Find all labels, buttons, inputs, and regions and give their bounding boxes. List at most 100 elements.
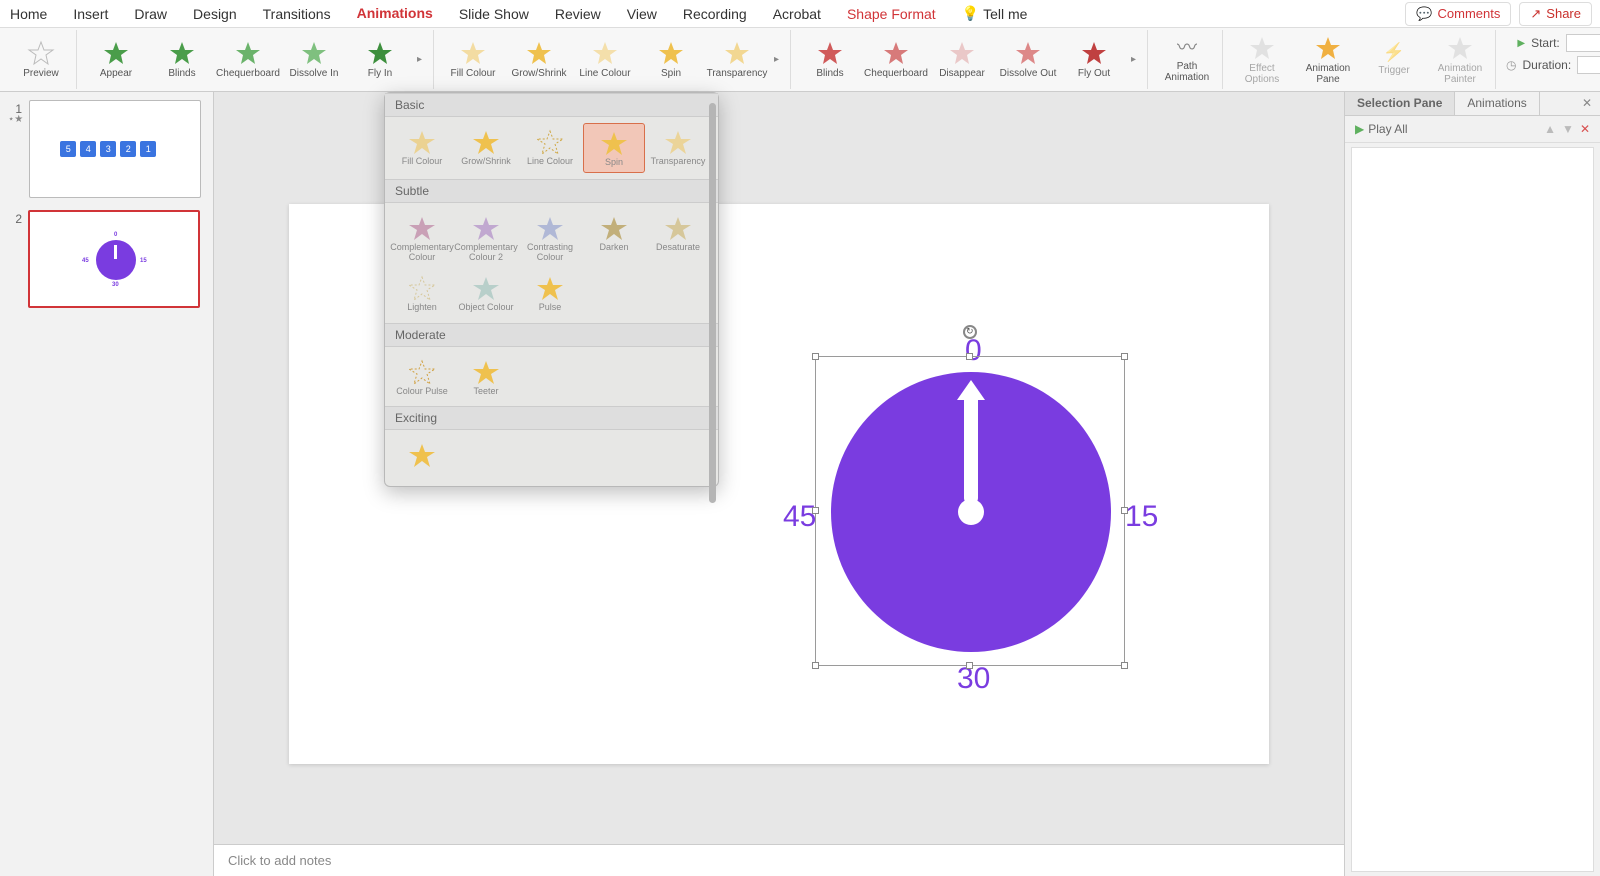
rotation-handle[interactable] bbox=[963, 325, 977, 339]
tab-design[interactable]: Design bbox=[191, 2, 239, 26]
mini-label-right: 15 bbox=[140, 258, 147, 264]
trigger-button[interactable]: ⚡ Trigger bbox=[1365, 43, 1423, 76]
scrollbar-thumb[interactable] bbox=[709, 103, 716, 503]
popup-item-comp-colour-2[interactable]: Complementary Colour 2 bbox=[455, 209, 517, 267]
right-panes: Selection Pane Animations ✕ ▶ Play All ▲… bbox=[1344, 92, 1600, 876]
tab-insert[interactable]: Insert bbox=[71, 2, 110, 26]
anim-appear[interactable]: Appear bbox=[87, 40, 145, 79]
selection-pane-tab[interactable]: Selection Pane bbox=[1345, 92, 1454, 115]
tab-slideshow[interactable]: Slide Show bbox=[457, 2, 531, 26]
anim-fly-in[interactable]: Fly In bbox=[351, 40, 409, 79]
clock-label-bottom: 30 bbox=[957, 662, 990, 696]
play-all-button[interactable]: Play All bbox=[1368, 122, 1407, 136]
tab-acrobat[interactable]: Acrobat bbox=[771, 2, 823, 26]
resize-handle[interactable] bbox=[812, 662, 819, 669]
popup-item-contrasting[interactable]: Contrasting Colour bbox=[519, 209, 581, 267]
anim-dissolve-in[interactable]: Dissolve In bbox=[285, 40, 343, 79]
thumb-number-2: 2 bbox=[8, 210, 22, 308]
resize-handle[interactable] bbox=[1121, 507, 1128, 514]
start-label: Start: bbox=[1531, 36, 1560, 50]
animation-list[interactable] bbox=[1351, 147, 1594, 872]
resize-handle[interactable] bbox=[812, 507, 819, 514]
path-animation-button[interactable]: 〰 Path Animation bbox=[1158, 37, 1216, 83]
tab-recording[interactable]: Recording bbox=[681, 2, 749, 26]
popup-item-colour-pulse[interactable]: Colour Pulse bbox=[391, 353, 453, 401]
anim-exit-blinds[interactable]: Blinds bbox=[801, 40, 859, 79]
clock-shape[interactable] bbox=[831, 372, 1111, 652]
mini-label-left: 45 bbox=[82, 258, 89, 264]
move-up-icon[interactable]: ▲ bbox=[1544, 122, 1556, 136]
exit-more[interactable]: ▸ bbox=[1131, 54, 1141, 65]
main-area: 1 ⋆★ 5 4 3 2 1 2 0 15 30 45 bbox=[0, 92, 1600, 876]
animation-pane-button[interactable]: Animation Pane bbox=[1299, 35, 1357, 85]
animations-pane-tab[interactable]: Animations bbox=[1454, 92, 1539, 115]
star-green-icon bbox=[168, 40, 196, 66]
resize-handle[interactable] bbox=[1121, 353, 1128, 360]
emphasis-dropdown-popup: Basic Fill Colour Grow/Shrink Line Colou… bbox=[384, 92, 719, 487]
move-down-icon[interactable]: ▼ bbox=[1562, 122, 1574, 136]
tell-me[interactable]: 💡 Tell me bbox=[960, 1, 1030, 26]
pane-close-button[interactable]: ✕ bbox=[1574, 92, 1600, 115]
emphasis-gallery: Fill Colour Grow/Shrink Line Colour Spin… bbox=[438, 30, 791, 89]
tab-view[interactable]: View bbox=[625, 2, 659, 26]
tab-home[interactable]: Home bbox=[8, 2, 49, 26]
popup-item-pulse[interactable]: Pulse bbox=[519, 269, 581, 317]
anim-blinds[interactable]: Blinds bbox=[153, 40, 211, 79]
resize-handle[interactable] bbox=[966, 353, 973, 360]
popup-item-line-colour[interactable]: Line Colour bbox=[519, 123, 581, 173]
star-icon bbox=[535, 275, 565, 301]
emphasis-more[interactable]: ▸ bbox=[774, 54, 784, 65]
popup-item-object-colour[interactable]: Object Colour bbox=[455, 269, 517, 317]
slide-thumb-2[interactable]: 0 15 30 45 bbox=[28, 210, 200, 308]
anim-transparency[interactable]: Transparency bbox=[708, 40, 766, 79]
tab-shape-format[interactable]: Shape Format bbox=[845, 2, 938, 26]
share-button[interactable]: ↗ Share bbox=[1519, 2, 1592, 26]
mini-clock bbox=[96, 240, 136, 280]
animation-painter-button[interactable]: Animation Painter bbox=[1431, 35, 1489, 85]
popup-scrollbar[interactable] bbox=[709, 103, 716, 476]
selection-box[interactable] bbox=[815, 356, 1125, 666]
comments-label: Comments bbox=[1438, 6, 1501, 21]
star-icon bbox=[599, 130, 629, 156]
popup-item-darken[interactable]: Darken bbox=[583, 209, 645, 267]
duration-input[interactable] bbox=[1577, 56, 1600, 74]
popup-cat-exciting: Exciting bbox=[385, 406, 718, 430]
popup-item-comp-colour[interactable]: Complementary Colour bbox=[391, 209, 453, 267]
star-yellow-icon bbox=[459, 40, 487, 66]
comments-button[interactable]: 💬 Comments bbox=[1405, 2, 1511, 26]
popup-item-teeter[interactable]: Teeter bbox=[455, 353, 517, 401]
resize-handle[interactable] bbox=[966, 662, 973, 669]
anim-fill-colour[interactable]: Fill Colour bbox=[444, 40, 502, 79]
start-input[interactable] bbox=[1566, 34, 1600, 52]
popup-item-spin[interactable]: Spin bbox=[583, 123, 645, 173]
anim-spin[interactable]: Spin bbox=[642, 40, 700, 79]
entrance-more[interactable]: ▸ bbox=[417, 54, 427, 65]
slide-thumb-1[interactable]: 5 4 3 2 1 bbox=[29, 100, 201, 198]
anim-dissolve-out[interactable]: Dissolve Out bbox=[999, 40, 1057, 79]
delete-icon[interactable]: ✕ bbox=[1580, 122, 1590, 136]
tab-draw[interactable]: Draw bbox=[132, 2, 169, 26]
effect-options-button[interactable]: Effect Options bbox=[1233, 35, 1291, 85]
canvas-area[interactable]: 0 15 30 45 Basic bbox=[214, 92, 1344, 876]
tab-review[interactable]: Review bbox=[553, 2, 603, 26]
popup-item-grow-shrink[interactable]: Grow/Shrink bbox=[455, 123, 517, 173]
tab-transitions[interactable]: Transitions bbox=[261, 2, 333, 26]
preview-button[interactable]: Preview bbox=[12, 40, 70, 79]
notes-area[interactable]: Click to add notes bbox=[214, 844, 1344, 876]
anim-fly-out[interactable]: Fly Out bbox=[1065, 40, 1123, 79]
popup-item-desaturate[interactable]: Desaturate bbox=[647, 209, 709, 267]
share-icon: ↗ bbox=[1530, 6, 1541, 22]
popup-item-lighten[interactable]: Lighten bbox=[391, 269, 453, 317]
star-icon bbox=[407, 359, 437, 385]
resize-handle[interactable] bbox=[812, 353, 819, 360]
anim-chequerboard[interactable]: Chequerboard bbox=[219, 40, 277, 79]
popup-item-exciting-1[interactable] bbox=[391, 436, 453, 474]
anim-disappear[interactable]: Disappear bbox=[933, 40, 991, 79]
popup-item-fill-colour[interactable]: Fill Colour bbox=[391, 123, 453, 173]
resize-handle[interactable] bbox=[1121, 662, 1128, 669]
anim-line-colour[interactable]: Line Colour bbox=[576, 40, 634, 79]
anim-grow-shrink[interactable]: Grow/Shrink bbox=[510, 40, 568, 79]
anim-exit-chequerboard[interactable]: Chequerboard bbox=[867, 40, 925, 79]
popup-item-transparency[interactable]: Transparency bbox=[647, 123, 709, 173]
close-icon: ✕ bbox=[1582, 96, 1592, 110]
